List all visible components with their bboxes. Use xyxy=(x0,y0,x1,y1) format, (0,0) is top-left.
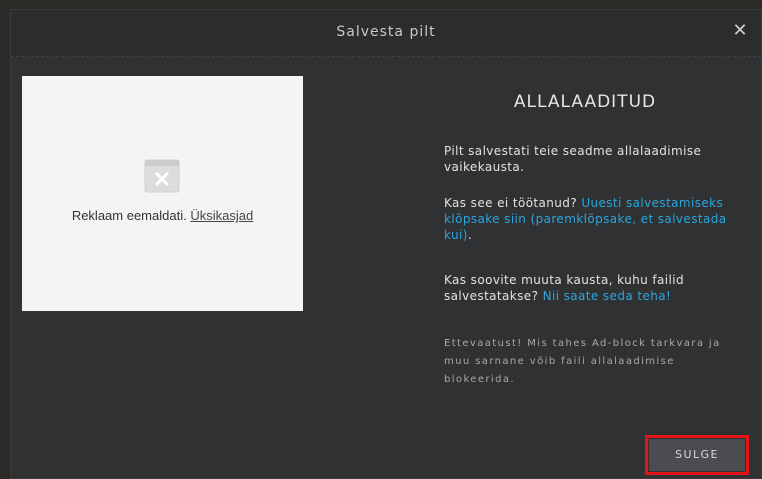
ad-removed-label: Reklaam eemaldati. xyxy=(71,208,187,223)
change-folder-link[interactable]: Nii saate seda teha! xyxy=(543,289,672,303)
broken-ad-icon xyxy=(144,159,180,193)
saved-info-label: Pilt salvestati teie seadme allalaadimis… xyxy=(444,144,702,174)
ad-details-link[interactable]: Üksikasjad xyxy=(190,208,253,223)
ad-placeholder: Reklaam eemaldati. Üksikasjad xyxy=(22,76,303,311)
ad-removed-text: Reklaam eemaldati. Üksikasjad xyxy=(22,208,303,223)
adblock-warning: Ettevaatust! Mis tahes Ad-block tarkvara… xyxy=(444,338,721,385)
saved-info-text: Pilt salvestati teie seadme allalaadimis… xyxy=(444,143,736,175)
close-icon[interactable]: ✕ xyxy=(729,20,751,42)
downloaded-heading: ALLALAADITUD xyxy=(513,92,657,112)
dialog-titlebar: Salvesta pilt ✕ xyxy=(11,10,761,57)
retry-question: Kas see ei töötanud? xyxy=(444,196,578,210)
retry-end: . xyxy=(467,228,473,242)
retry-info-text: Kas see ei töötanud? Uuesti salvestamise… xyxy=(444,195,736,243)
close-button[interactable]: SULGE xyxy=(649,439,745,471)
change-folder-text: Kas soovite muuta kausta, kuhu failid sa… xyxy=(444,272,736,304)
dialog-title: Salvesta pilt xyxy=(336,24,436,40)
